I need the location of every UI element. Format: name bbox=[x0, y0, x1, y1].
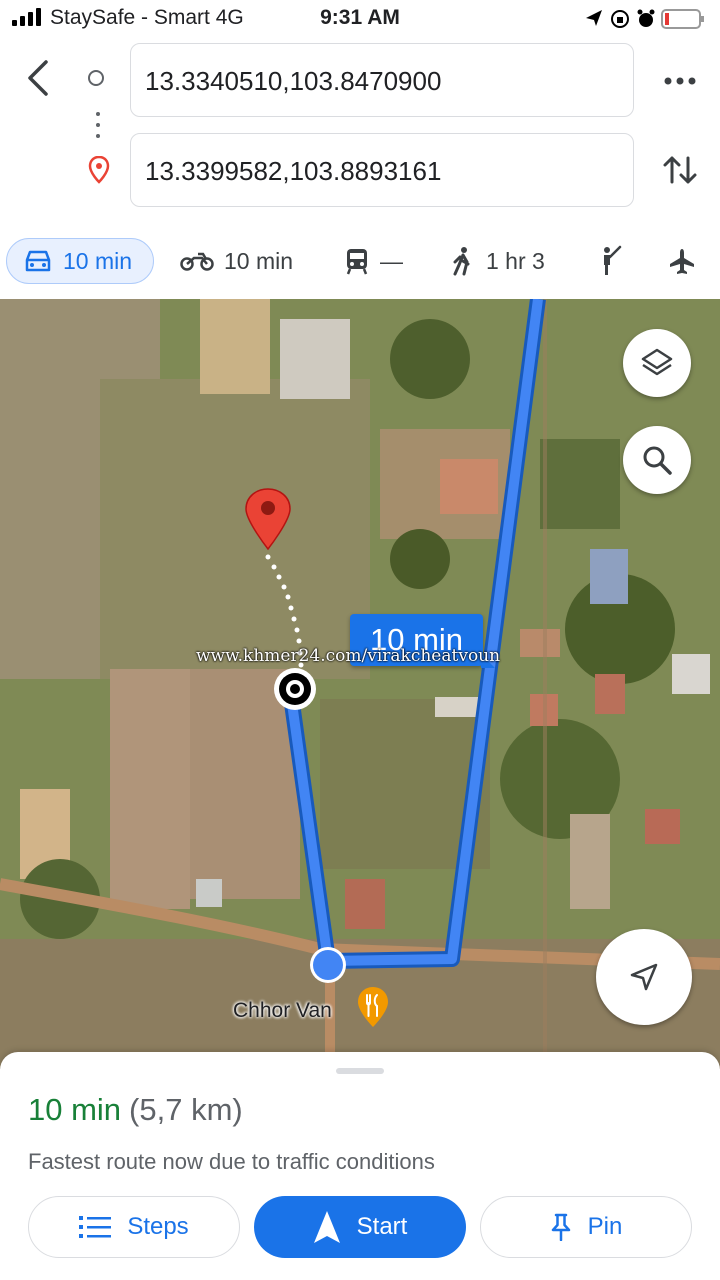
mode-walking-label: 1 hr 3 bbox=[486, 247, 545, 274]
mode-motorbike-label: 10 min bbox=[224, 247, 294, 274]
destination-field[interactable]: 13.3399582,103.8893161 bbox=[130, 133, 634, 207]
search-along-route-button[interactable] bbox=[623, 426, 691, 494]
back-button[interactable] bbox=[20, 56, 60, 100]
route-distance: (5,7 km) bbox=[129, 1092, 243, 1127]
my-location-button[interactable] bbox=[596, 929, 692, 1025]
pin-button[interactable]: Pin bbox=[480, 1196, 692, 1258]
origin-field[interactable]: 13.3340510,103.8470900 bbox=[130, 43, 634, 117]
steps-button[interactable]: Steps bbox=[28, 1196, 240, 1258]
swap-button[interactable] bbox=[660, 150, 700, 190]
flight-icon bbox=[670, 249, 694, 274]
place-label[interactable]: Chhor Van bbox=[233, 999, 332, 1023]
destination-pin-icon bbox=[88, 155, 110, 189]
steps-label: Steps bbox=[127, 1213, 189, 1240]
more-horiz-icon bbox=[664, 77, 696, 85]
mode-motorbike[interactable]: 10 min bbox=[180, 238, 293, 284]
navigation-arrow-icon bbox=[630, 963, 658, 991]
start-label: Start bbox=[356, 1213, 408, 1240]
route-note: Fastest route now due to traffic conditi… bbox=[28, 1149, 435, 1174]
ride-hail-icon bbox=[604, 245, 622, 275]
drag-handle[interactable] bbox=[336, 1068, 384, 1074]
walk-icon bbox=[453, 247, 470, 276]
watermark: www.khmer24.com/virakcheatvoun bbox=[196, 646, 501, 666]
origin-dot-icon bbox=[88, 70, 104, 86]
layers-button[interactable] bbox=[623, 329, 691, 397]
layers-icon bbox=[641, 348, 673, 376]
search-icon bbox=[643, 446, 672, 475]
route-summary: 10 min (5,7 km) bbox=[28, 1092, 243, 1128]
location-arrow-icon bbox=[586, 10, 602, 26]
map-view[interactable]: 10 min www.khmer24.com/virakcheatvoun Ch… bbox=[0, 299, 720, 1069]
swap-vert-icon bbox=[663, 156, 697, 184]
pin-icon bbox=[551, 1213, 570, 1241]
restaurant-icon[interactable] bbox=[356, 986, 390, 1033]
mode-transit-label: — bbox=[380, 247, 403, 274]
back-arrow-icon bbox=[28, 60, 48, 96]
car-icon bbox=[25, 250, 51, 272]
current-location-icon bbox=[310, 947, 346, 983]
status-icons bbox=[584, 6, 708, 30]
status-bar: StaySafe - Smart 4G 9:31 AM bbox=[0, 0, 720, 36]
alarm-icon bbox=[637, 9, 655, 27]
mode-flight[interactable] bbox=[668, 238, 706, 284]
motorbike-icon bbox=[180, 252, 214, 271]
mode-driving[interactable]: 10 min bbox=[6, 238, 154, 284]
transit-icon bbox=[346, 249, 368, 275]
mode-ride-hail[interactable] bbox=[596, 238, 634, 284]
route-summary-sheet: 10 min (5,7 km) Fastest route now due to … bbox=[0, 1052, 720, 1280]
pin-label: Pin bbox=[587, 1213, 623, 1240]
navigation-icon bbox=[313, 1211, 340, 1243]
travel-mode-bar: 10 min 10 min — 1 hr 3 bbox=[0, 232, 720, 292]
rotation-lock-icon bbox=[611, 10, 629, 28]
mode-transit[interactable]: — bbox=[344, 238, 403, 284]
battery-icon bbox=[661, 9, 704, 29]
route-connector-icon bbox=[96, 112, 100, 145]
mode-driving-label: 10 min bbox=[63, 247, 133, 274]
list-icon bbox=[79, 1216, 112, 1238]
route-duration: 10 min bbox=[28, 1092, 122, 1127]
route-end-icon bbox=[274, 668, 316, 710]
more-options-button[interactable] bbox=[660, 66, 700, 96]
mode-walking[interactable]: 1 hr 3 bbox=[450, 238, 545, 284]
start-button[interactable]: Start bbox=[254, 1196, 466, 1258]
